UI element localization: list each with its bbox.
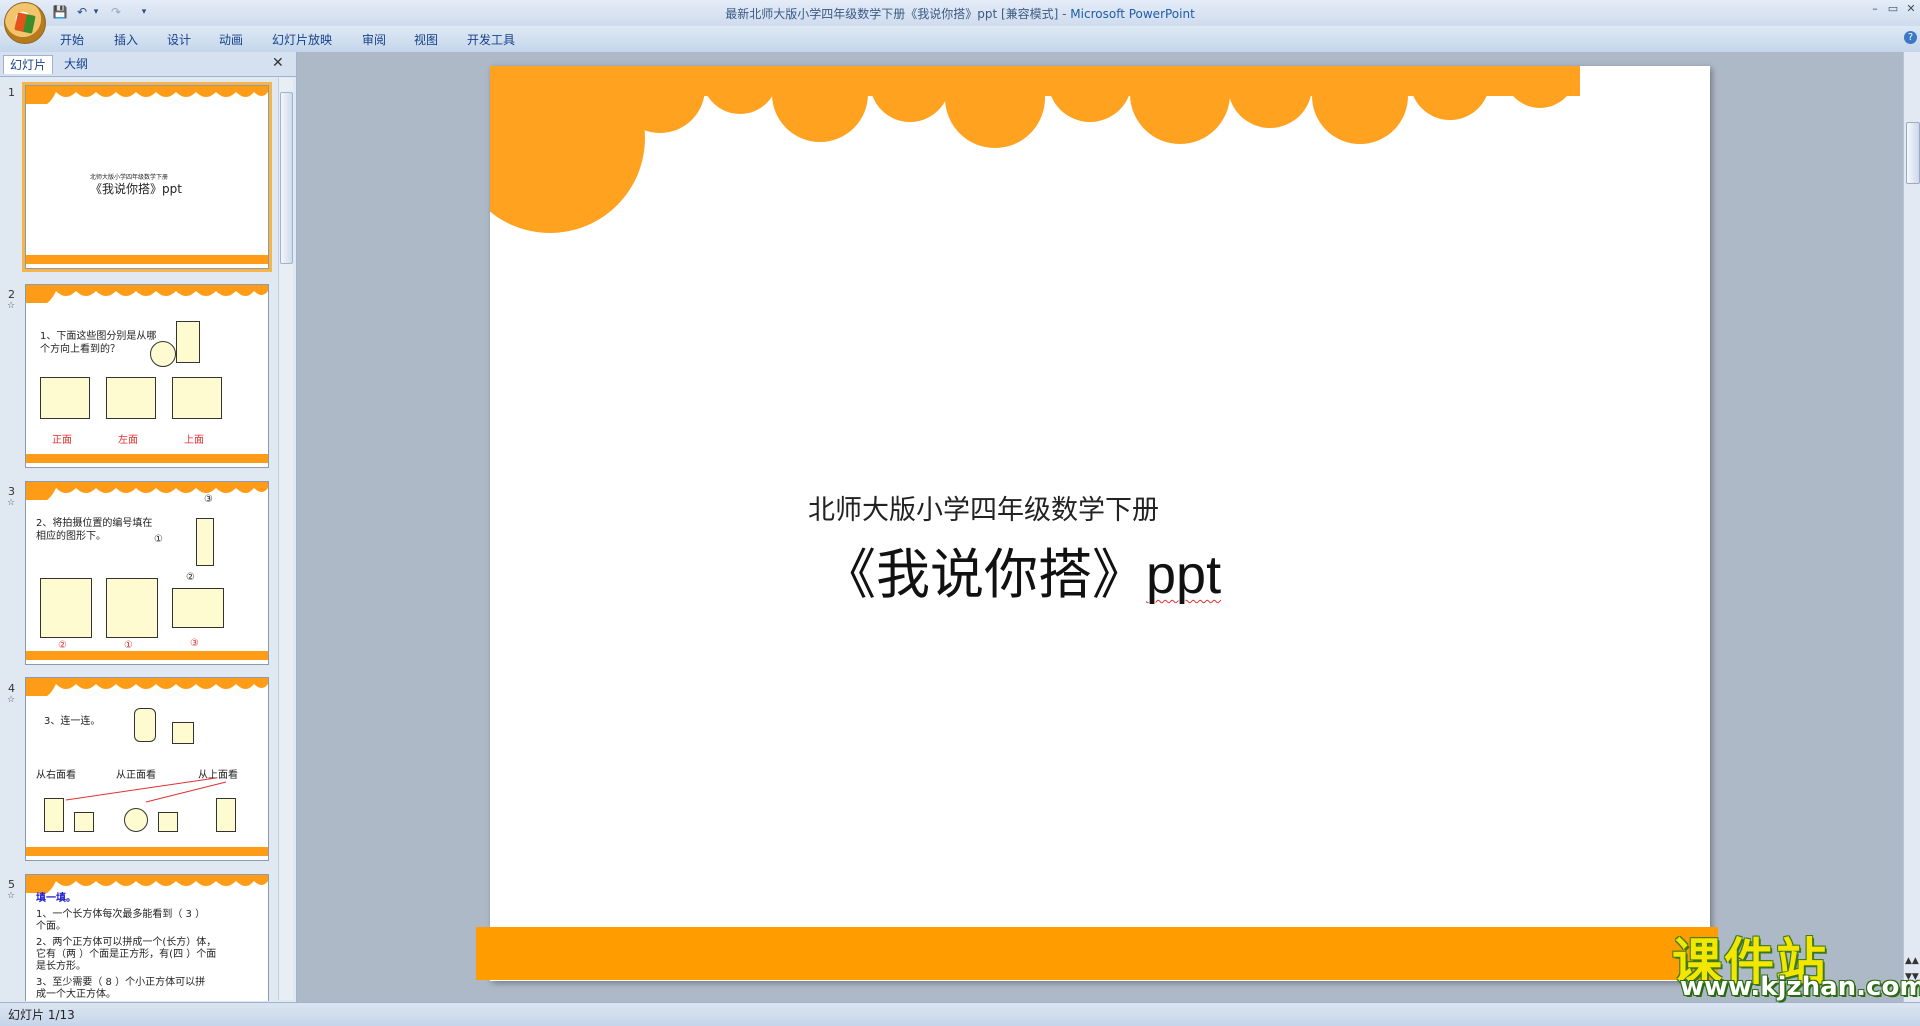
view-box	[172, 377, 222, 419]
answer-label: ①	[124, 640, 133, 651]
close-pane-icon[interactable]: ✕	[272, 55, 284, 71]
document-name: 最新北师大版小学四年级数学下册《我说你搭》ppt [兼容模式] -	[725, 7, 1071, 21]
view-box	[106, 377, 156, 419]
undo-dropdown-icon[interactable]: ▾	[88, 4, 104, 20]
thumb-title: 《我说你搭》ppt	[90, 182, 182, 196]
thumb-line: 成一个大正方体。	[36, 989, 116, 1000]
marker-1: ①	[154, 534, 163, 545]
slide-thumbnail-1[interactable]: 北师大版小学四年级数学下册 《我说你搭》ppt	[22, 82, 272, 272]
answer-label: ②	[58, 640, 67, 651]
thumb-bottom-bar	[26, 454, 268, 463]
tab-insert[interactable]: 插入	[114, 31, 138, 48]
slide-number: 4	[8, 682, 15, 695]
tab-review[interactable]: 审阅	[362, 31, 386, 48]
redo-icon[interactable]: ↷	[108, 4, 124, 20]
slide-number: 1	[8, 86, 15, 99]
animation-star-icon: ☆	[7, 498, 16, 508]
slide-thumbnail-5[interactable]: 填一填。 1、一个长方体每次最多能看到（ 3 ） 个面。 2、两个正方体可以拼成…	[25, 874, 269, 1001]
view-box	[40, 377, 90, 419]
view-box	[106, 578, 158, 638]
scroll-thumb[interactable]	[280, 92, 293, 264]
connector-lines	[65, 777, 227, 803]
scroll-thumb[interactable]	[1906, 122, 1920, 184]
tab-home[interactable]: 开始	[60, 31, 84, 48]
office-button[interactable]	[4, 2, 46, 44]
previous-slide-icon[interactable]: ▲▲	[1905, 956, 1919, 968]
close-button[interactable]: ✕	[1902, 2, 1920, 16]
wave-decoration	[26, 86, 268, 104]
title-cn: 《我说你搭》	[822, 543, 1146, 606]
marker-2: ②	[186, 572, 195, 583]
tab-design[interactable]: 设计	[167, 31, 191, 48]
cylinder-shape	[150, 341, 176, 367]
thumb-bottom-bar	[26, 255, 268, 264]
slide-thumbnail-3[interactable]: 2、将拍摄位置的编号填在 相应的图形下。 ③ ① ② ② ① ③	[25, 481, 269, 665]
slide-number: 3	[8, 485, 15, 498]
cuboid-shape	[176, 321, 200, 363]
slide-thumbnail-4[interactable]: 3、连一连。 从右面看 从正面看 从上面看	[25, 677, 269, 861]
slide-counter: 幻灯片 1/13	[8, 1008, 75, 1022]
tab-slides[interactable]: 幻灯片	[3, 55, 54, 74]
vertical-scrollbar[interactable]	[1903, 52, 1920, 1002]
thumb-bottom-bar	[26, 847, 268, 856]
thumb-heading: 填一填。	[36, 893, 76, 904]
view-box	[40, 578, 92, 638]
thumb-bottom-bar	[26, 651, 268, 660]
tab-view[interactable]: 视图	[414, 31, 438, 48]
thumbnail-scrollbar[interactable]	[278, 78, 293, 1000]
cube-stack-shape	[196, 518, 214, 566]
label-front: 正面	[52, 435, 72, 446]
animation-star-icon: ☆	[7, 695, 16, 705]
title-en: ppt	[1146, 545, 1222, 605]
thumb-line: 是长方形。	[36, 961, 86, 972]
wave-decoration	[26, 285, 268, 303]
app-name: Microsoft PowerPoint	[1070, 7, 1195, 21]
view-box	[172, 588, 224, 628]
slide-title[interactable]: 《我说你搭》ppt	[822, 530, 1221, 609]
watermark-url: www.kjzhan.com	[1680, 972, 1920, 1002]
help-icon[interactable]: ?	[1904, 31, 1917, 44]
tab-slideshow[interactable]: 幻灯片放映	[272, 31, 332, 48]
slide-bottom-bar	[476, 927, 1718, 980]
save-icon[interactable]: 💾	[52, 4, 68, 20]
slide-subtitle[interactable]: 北师大版小学四年级数学下册	[808, 488, 1159, 527]
office-logo-icon	[14, 12, 36, 34]
label-left: 左面	[118, 435, 138, 446]
tab-outline[interactable]: 大纲	[58, 55, 94, 73]
wave-decoration	[26, 482, 268, 500]
window-title: 最新北师大版小学四年级数学下册《我说你搭》ppt [兼容模式] - Micros…	[600, 5, 1320, 22]
marker-3: ③	[204, 494, 213, 505]
thumb-question-cont: 个方向上看到的？	[40, 344, 120, 355]
restore-button[interactable]: ▭	[1884, 2, 1902, 16]
slide-thumbnail-2[interactable]: 1、下面这些图分别是从哪 个方向上看到的？ 正面 左面 上面	[25, 284, 269, 468]
status-bar	[0, 1002, 1920, 1026]
slide-number: 2	[8, 288, 15, 301]
thumb-question-cont: 相应的图形下。	[36, 531, 106, 542]
animation-star-icon: ☆	[7, 301, 16, 311]
minimize-button[interactable]: –	[1866, 2, 1884, 16]
tab-developer[interactable]: 开发工具	[467, 31, 515, 48]
thumb-line: 个面。	[36, 921, 66, 932]
customize-qat-icon[interactable]: ▾	[136, 4, 152, 20]
wave-decoration	[490, 66, 1580, 233]
answer-label: ③	[190, 638, 199, 649]
tab-animations[interactable]: 动画	[219, 31, 243, 48]
animation-star-icon: ☆	[7, 891, 16, 901]
label-top: 上面	[184, 435, 204, 446]
slide-number: 5	[8, 878, 15, 891]
